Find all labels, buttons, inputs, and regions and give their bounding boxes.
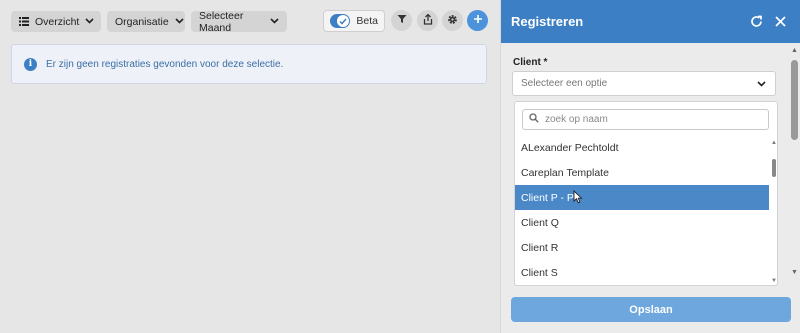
panel-scrollbar[interactable]: ▲ ▼ xyxy=(788,43,800,283)
register-panel: Registreren Client * Selecteer een optie… xyxy=(500,0,800,333)
chevron-down-icon xyxy=(175,17,184,26)
client-label: Client * xyxy=(513,57,548,68)
panel-title: Registreren xyxy=(511,14,584,29)
chevron-down-icon xyxy=(85,17,94,26)
settings-button[interactable] xyxy=(442,10,463,31)
organisation-dropdown[interactable]: Organisatie xyxy=(107,11,185,32)
overview-label: Overzicht xyxy=(35,15,80,28)
select-placeholder: Selecteer een optie xyxy=(521,78,608,89)
check-icon xyxy=(337,15,350,27)
gear-icon xyxy=(447,14,458,28)
overview-dropdown[interactable]: Overzicht xyxy=(11,11,101,32)
share-icon xyxy=(423,13,433,28)
list-icon xyxy=(19,17,29,26)
plus-icon xyxy=(473,14,483,27)
option-item[interactable]: Careplan Template xyxy=(515,160,769,185)
save-button[interactable]: Opslaan xyxy=(511,297,791,322)
client-dropdown-list: ALexander Pechtoldt Careplan Template Cl… xyxy=(514,101,778,286)
search-box[interactable] xyxy=(522,109,769,130)
organisation-label: Organisatie xyxy=(115,15,169,28)
option-item[interactable]: ALexander Pechtoldt xyxy=(515,135,769,160)
client-select[interactable]: Selecteer een optie xyxy=(512,71,776,96)
beta-toggle[interactable]: Beta xyxy=(323,10,385,32)
scroll-down-icon[interactable]: ▼ xyxy=(771,278,777,284)
month-dropdown[interactable]: Selecteer Maand xyxy=(191,9,287,34)
chevron-down-icon xyxy=(757,79,766,89)
search-icon xyxy=(529,113,539,126)
panel-scroll-thumb[interactable] xyxy=(791,60,798,140)
list-scroll-thumb[interactable] xyxy=(772,159,776,177)
filter-icon xyxy=(397,14,407,27)
add-button[interactable] xyxy=(467,10,488,31)
month-label: Selecteer Maand xyxy=(199,9,244,34)
close-icon[interactable] xyxy=(772,13,788,29)
filter-button[interactable] xyxy=(391,10,412,31)
search-input[interactable] xyxy=(545,114,755,125)
beta-label: Beta xyxy=(356,15,378,27)
scroll-up-icon[interactable]: ▲ xyxy=(771,140,777,146)
chevron-down-icon xyxy=(270,17,279,26)
mouse-pointer-icon xyxy=(573,189,583,207)
beta-switch[interactable] xyxy=(330,14,351,28)
option-item[interactable]: Client R xyxy=(515,235,769,260)
option-item[interactable]: Client Q xyxy=(515,210,769,235)
info-message: i Er zijn geen registraties gevonden voo… xyxy=(11,44,487,84)
info-icon: i xyxy=(24,57,37,71)
list-scrollbar[interactable]: ▲ ▼ xyxy=(769,138,777,285)
scroll-up-icon[interactable]: ▲ xyxy=(791,47,798,54)
panel-header: Registreren xyxy=(501,0,800,43)
option-item[interactable]: Client S xyxy=(515,260,769,285)
info-text: Er zijn geen registraties gevonden voor … xyxy=(46,58,284,70)
share-button[interactable] xyxy=(417,10,438,31)
option-item-selected[interactable]: Client P - P xyxy=(515,185,769,210)
refresh-icon[interactable] xyxy=(748,13,764,29)
scroll-down-icon[interactable]: ▼ xyxy=(791,269,798,276)
